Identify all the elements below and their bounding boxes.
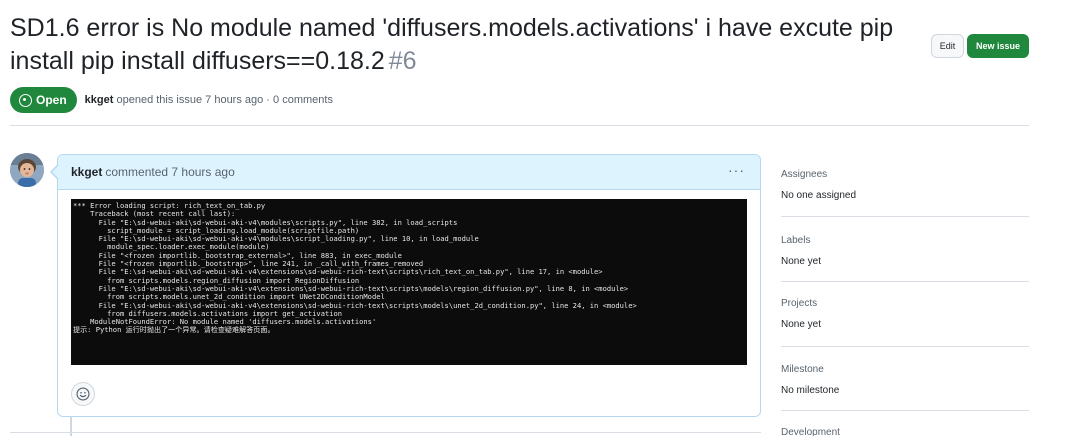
terminal-screenshot: *** Error loading script: rich_text_on_t…: [71, 199, 747, 365]
header-divider: [10, 125, 1029, 126]
avatar-image: [10, 153, 44, 187]
sidebar-development-label[interactable]: Development: [781, 427, 840, 436]
add-reaction-button[interactable]: [71, 382, 95, 406]
status-label: Open: [36, 93, 67, 107]
sidebar-projects-value: None yet: [781, 319, 822, 330]
issue-author-link[interactable]: kkget: [85, 94, 114, 106]
sidebar-development: Development: [781, 427, 840, 436]
sidebar-milestone-label[interactable]: Milestone: [781, 364, 839, 375]
sidebar-milestone: Milestone No milestone: [781, 364, 839, 396]
sidebar-labels: Labels None yet: [781, 235, 821, 267]
issue-title: SD1.6 error is No module named 'diffuser…: [10, 14, 894, 75]
status-badge: Open: [10, 87, 77, 113]
edit-button[interactable]: Edit: [931, 34, 964, 58]
sidebar-divider: [781, 216, 1029, 217]
issue-opened-icon: [19, 93, 32, 107]
issue-state-row: Open kkget opened this issue 7 hours ago…: [10, 87, 333, 113]
sidebar-labels-value: None yet: [781, 256, 822, 267]
sidebar-assignees-label[interactable]: Assignees: [781, 169, 856, 180]
sidebar-milestone-value: No milestone: [781, 385, 840, 396]
sidebar-assignees: Assignees No one assigned: [781, 169, 856, 201]
sidebar-assignees-value: No one assigned: [781, 190, 857, 201]
sidebar-projects: Projects None yet: [781, 298, 821, 330]
comment-options-button[interactable]: ···: [728, 163, 745, 177]
timeline-divider: [10, 432, 761, 433]
issue-meta: kkget opened this issue 7 hours ago · 0 …: [85, 94, 333, 106]
comment-timestamp[interactable]: commented 7 hours ago: [105, 165, 234, 179]
issue-title-block: SD1.6 error is No module named 'diffuser…: [10, 12, 920, 78]
avatar[interactable]: [10, 153, 44, 187]
issue-meta-text: opened this issue 7 hours ago · 0 commen…: [116, 94, 333, 106]
sidebar-divider: [781, 410, 1029, 411]
new-issue-button[interactable]: New issue: [967, 34, 1029, 58]
issue-comment: kkget commented 7 hours ago ··· *** Erro…: [50, 154, 761, 417]
smiley-icon: [76, 387, 90, 401]
comment-header: kkget commented 7 hours ago ···: [58, 155, 760, 190]
sidebar-divider: [781, 346, 1029, 347]
sidebar-divider: [781, 281, 1029, 282]
comment-author-link[interactable]: kkget: [71, 165, 102, 179]
terminal-line: 提示: Python 运行时抛出了一个异常。请检查疑难解答页面。: [73, 325, 275, 335]
timeline-connector: [70, 416, 72, 436]
issue-number: #6: [388, 47, 417, 75]
sidebar-labels-label[interactable]: Labels: [781, 235, 821, 246]
sidebar-projects-label[interactable]: Projects: [781, 298, 821, 309]
